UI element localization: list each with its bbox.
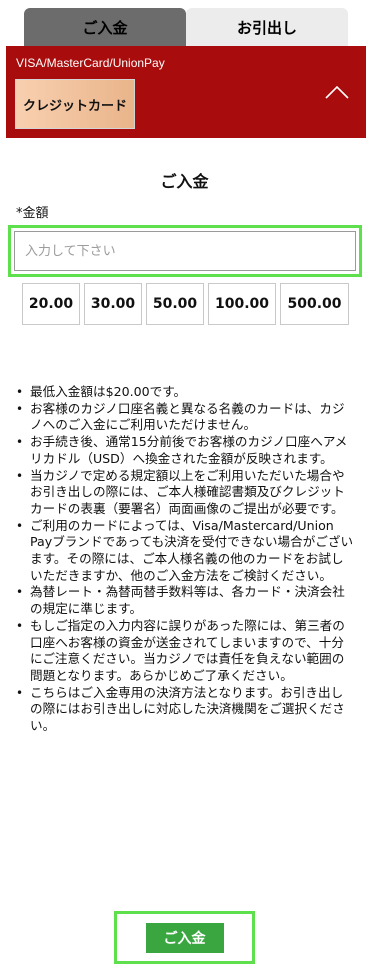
note-item: ご利用のカードによっては、Visa/Mastercard/Union Payブラ… [14,518,354,585]
note-item: 最低入金額は$20.00です。 [14,384,354,401]
preset-amount-button[interactable]: 20.00 [22,283,80,325]
note-item: 当カジノで定める規定額以上をご利用いただいた場合やお引き出しの際には、ご本人様確… [14,468,354,518]
note-item: もしご指定の入力内容に誤りがあった際には、第三者の口座へお客様の資金が送金されて… [14,618,354,685]
deposit-section-title: ご入金 [160,172,209,191]
tab-deposit[interactable]: ご入金 [24,8,186,46]
chevron-up-icon[interactable] [324,84,350,100]
note-item: 為替レート・為替両替手数料等は、各カード・決済会社の規定に準じます。 [14,584,354,617]
tab-withdraw[interactable]: お引出し [186,8,348,46]
note-item: こちらはご入金専用の決済方法となります。お引き出しの際にはお引き出しに対応した決… [14,685,354,735]
payment-method-header[interactable]: VISA/MasterCard/UnionPay クレジットカード [6,46,366,138]
amount-input[interactable] [14,231,356,271]
credit-card-badge: クレジットカード [15,79,135,129]
deposit-notes: 最低入金額は$20.00です。 お客様のカジノ口座名義と異なる名義のカードは、カ… [14,384,354,735]
note-item: お手続き後、通常15分前後でお客様のカジノ口座へアメリカドル（USD）へ換金され… [14,434,354,467]
amount-preset-row: 20.00 30.00 50.00 100.00 500.00 [22,283,350,325]
preset-amount-button[interactable]: 500.00 [280,283,349,325]
payment-method-title: VISA/MasterCard/UnionPay [16,56,165,70]
deposit-submit-button[interactable]: ご入金 [145,922,224,953]
preset-amount-button[interactable]: 30.00 [84,283,142,325]
preset-amount-button[interactable]: 100.00 [208,283,276,325]
amount-label: *金額 [16,206,49,221]
note-item: お客様のカジノ口座名義と異なる名義のカードは、カジノへのご入金にご利用いただけま… [14,401,354,434]
submit-highlight: ご入金 [114,911,255,964]
preset-amount-button[interactable]: 50.00 [146,283,204,325]
payment-tabs: ご入金 お引出し [24,8,348,46]
amount-input-highlight [8,225,362,277]
